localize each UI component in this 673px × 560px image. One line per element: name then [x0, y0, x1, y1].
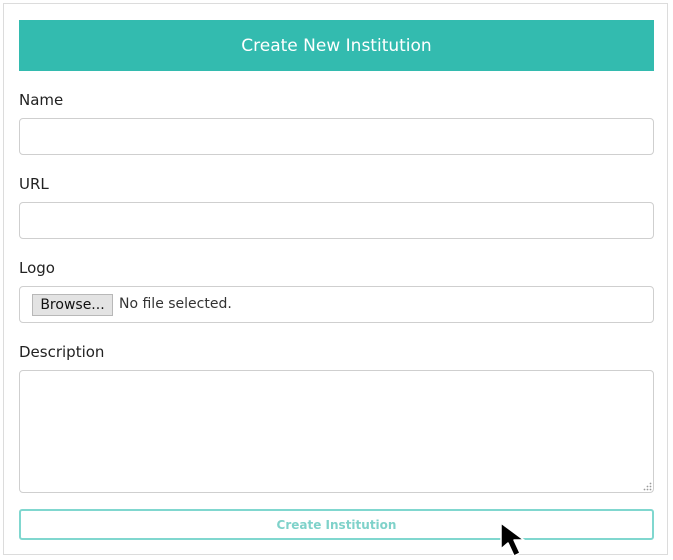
logo-label: Logo [19, 259, 55, 277]
url-input[interactable] [19, 202, 654, 239]
name-input[interactable] [19, 118, 654, 155]
create-institution-button[interactable]: Create Institution [19, 509, 654, 540]
browse-button[interactable]: Browse... [32, 294, 113, 316]
url-label: URL [19, 175, 49, 193]
file-status-text: No file selected. [119, 296, 232, 312]
logo-file-input[interactable]: Browse... No file selected. [19, 286, 654, 323]
description-label: Description [19, 343, 105, 361]
form-header: Create New Institution [19, 20, 654, 71]
description-textarea[interactable] [19, 370, 654, 493]
resize-grip-icon[interactable] [642, 481, 652, 491]
mouse-cursor-icon [500, 522, 525, 557]
form-title: Create New Institution [241, 35, 432, 56]
name-label: Name [19, 91, 64, 109]
